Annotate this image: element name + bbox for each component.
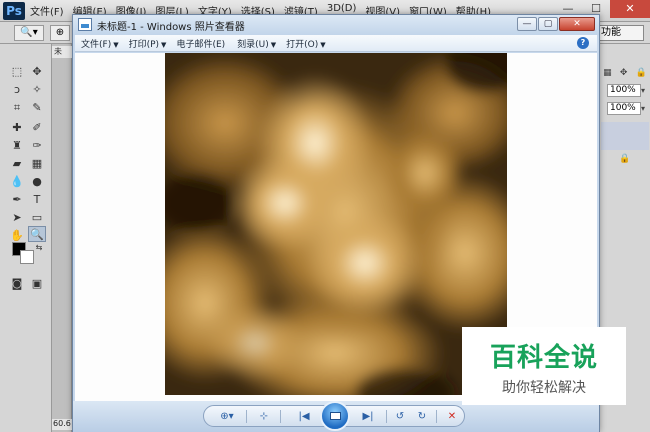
slideshow-button[interactable] [320, 401, 350, 431]
photoshop-toolbox: ⬚ ✥ ↄ ✧ ⌗ ✎ ✚ ✐ ♜ ✑ ▰ ▦ 💧 ● ✒ T ➤ ▭ ✋ 🔍 … [0, 44, 52, 432]
lock-position-icon[interactable]: ✥ [620, 68, 628, 78]
window-title: 未标题-1 - Windows 照片查看器 [97, 22, 245, 33]
clouds-render-image [165, 53, 507, 395]
watermark: 百科全说 助你轻松解决 [462, 327, 626, 405]
ps-close-button[interactable]: ✕ [610, 0, 650, 18]
menu-email[interactable]: 电子邮件(E) [176, 37, 227, 50]
pen-tool-icon[interactable]: ✒ [8, 192, 26, 208]
viewer-menubar: 文件(F) ▼ 打印(P) ▼ 电子邮件(E) 刻录(U) ▼ 打开(O) ▼ ? [75, 35, 597, 52]
eyedropper-tool-icon[interactable]: ✎ [28, 100, 46, 116]
clone-stamp-tool-icon[interactable]: ♜ [8, 138, 26, 154]
swap-colors-icon[interactable]: ⇆ [30, 240, 48, 256]
eraser-tool-icon[interactable]: ▰ [8, 156, 26, 172]
separator [386, 410, 387, 423]
rotate-cw-icon[interactable]: ↻ [414, 409, 430, 424]
healing-brush-tool-icon[interactable]: ✚ [8, 120, 26, 136]
shape-tool-icon[interactable]: ▭ [28, 210, 46, 226]
next-icon[interactable]: ▶| [358, 409, 378, 424]
fill-dropdown-icon[interactable]: ▾ [641, 104, 649, 113]
quick-mask-icon[interactable]: ◙ [8, 276, 26, 292]
move-tool-icon[interactable]: ✥ [28, 64, 46, 80]
zoom-icon[interactable]: ⊕▾ [216, 409, 238, 424]
menu-file-label: 文件(F) [81, 40, 112, 50]
lock-all-icon[interactable]: 🔒 [636, 68, 647, 78]
layer-lock-icons: ▦ ✥ 🔒 [599, 68, 650, 78]
watermark-subtitle: 助你轻松解决 [502, 380, 586, 396]
menu-email-label: 电子邮件(E) [176, 40, 226, 50]
blur-tool-icon[interactable]: 💧 [8, 174, 26, 190]
menu-print[interactable]: 打印(P) ▼ [129, 37, 167, 50]
delete-icon[interactable]: ✕ [444, 409, 460, 424]
fit-to-window-icon[interactable]: ⊹ [256, 409, 272, 424]
photo-viewer-app-icon [78, 18, 92, 31]
workspace-select[interactable]: 功能 [596, 25, 644, 41]
zoom-tool-preset[interactable]: 🔍▾ [14, 25, 44, 41]
menu-burn[interactable]: 刻录(U) ▼ [237, 37, 276, 50]
watermark-title: 百科全说 [489, 343, 598, 373]
lasso-tool-icon[interactable]: ↄ [8, 82, 26, 98]
selected-layer-row[interactable] [601, 122, 649, 150]
chevron-down-icon: ▼ [320, 41, 326, 49]
minimize-button[interactable]: — [517, 17, 537, 31]
previous-icon[interactable]: |◀ [294, 409, 314, 424]
rotate-ccw-icon[interactable]: ↺ [392, 409, 408, 424]
caption-buttons: — ▢ ✕ [517, 17, 595, 31]
zoom-in-option[interactable]: ⊕ [50, 25, 70, 41]
menu-burn-label: 刻录(U) [237, 40, 269, 50]
help-icon[interactable]: ? [577, 37, 589, 49]
zoom-status: 60.6 [52, 419, 72, 430]
maximize-button[interactable]: ▢ [538, 17, 558, 31]
chevron-down-icon: ▼ [161, 41, 167, 49]
ps-menu-file[interactable]: 文件(F) [30, 3, 64, 18]
chevron-down-icon: ▼ [270, 41, 277, 49]
separator [436, 410, 437, 423]
lock-transparent-icon[interactable]: ▦ [603, 68, 612, 78]
photoshop-document-area: 未 60.6 [52, 44, 72, 432]
slideshow-icon [330, 412, 341, 420]
viewer-titlebar[interactable]: 未标题-1 - Windows 照片查看器 — ▢ ✕ [73, 15, 599, 35]
opacity-input[interactable]: 100% [607, 84, 641, 97]
dodge-tool-icon[interactable]: ● [28, 174, 46, 190]
crop-tool-icon[interactable]: ⌗ [8, 100, 26, 116]
close-button[interactable]: ✕ [559, 17, 595, 31]
layer-lock-icon: 🔒 [619, 154, 631, 164]
viewer-menu: 文件(F) ▼ 打印(P) ▼ 电子邮件(E) 刻录(U) ▼ 打开(O) ▼ [81, 37, 336, 50]
chevron-down-icon: ▼ [113, 41, 119, 49]
fill-input[interactable]: 100% [607, 102, 641, 115]
menu-print-label: 打印(P) [128, 40, 160, 50]
displayed-photo [165, 53, 507, 395]
marquee-tool-icon[interactable]: ⬚ [8, 64, 26, 80]
menu-open-label: 打开(O) [286, 40, 319, 50]
viewer-bottom-bar: ⊕▾ ⊹ |◀ ▶| ↺ ↻ ✕ [73, 401, 599, 432]
type-tool-icon[interactable]: T [28, 192, 46, 208]
menu-open[interactable]: 打开(O) ▼ [286, 37, 326, 50]
photoshop-logo: Ps [3, 2, 25, 20]
navigation-controls: ⊕▾ ⊹ |◀ ▶| ↺ ↻ ✕ [203, 401, 465, 431]
magic-wand-tool-icon[interactable]: ✧ [28, 82, 46, 98]
separator [280, 410, 281, 423]
screen-mode-icon[interactable]: ▣ [28, 276, 46, 292]
path-selection-tool-icon[interactable]: ➤ [8, 210, 26, 226]
history-brush-tool-icon[interactable]: ✑ [28, 138, 46, 154]
separator [246, 410, 247, 423]
document-tab[interactable]: 未 [52, 46, 72, 58]
brush-tool-icon[interactable]: ✐ [28, 120, 46, 136]
opacity-dropdown-icon[interactable]: ▾ [641, 86, 649, 95]
gradient-tool-icon[interactable]: ▦ [28, 156, 46, 172]
menu-file[interactable]: 文件(F) ▼ [81, 37, 119, 50]
